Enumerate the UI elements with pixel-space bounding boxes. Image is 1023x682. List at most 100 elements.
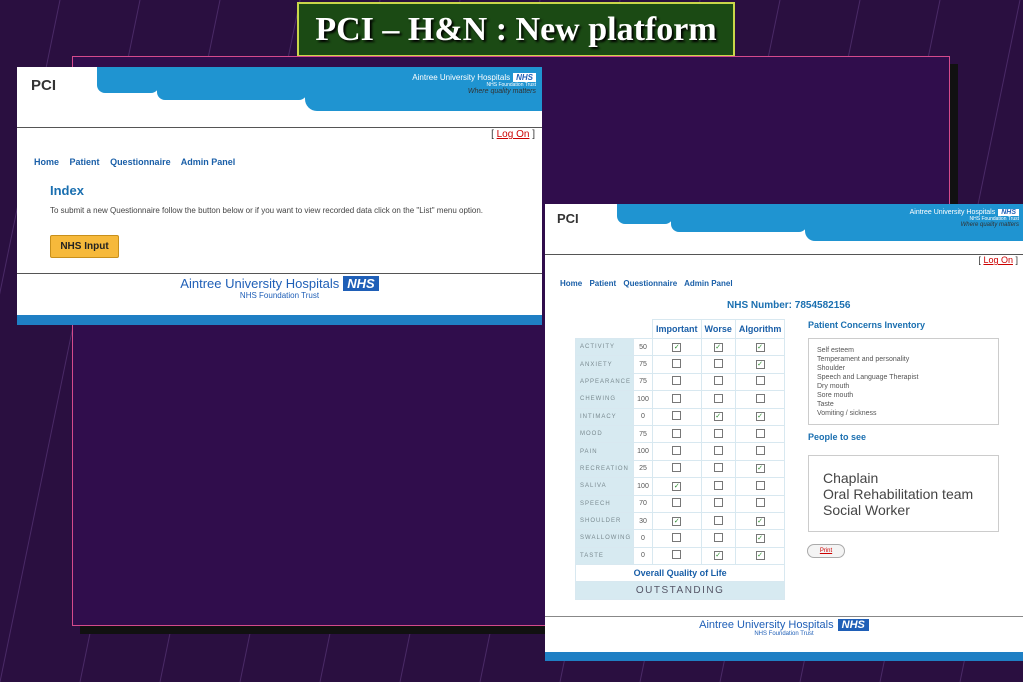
header-nhs-logo: Aintree University Hospitals NHS NHS Foun… <box>829 209 1019 228</box>
checkbox-algorithm[interactable]: ✓ <box>755 464 765 474</box>
row-label: RECREATION <box>575 459 634 479</box>
checkbox-worse[interactable] <box>713 428 723 438</box>
row-score: 100 <box>633 390 653 409</box>
table-row: CHEWING 100 <box>575 390 786 409</box>
checkbox-algorithm[interactable] <box>755 376 765 386</box>
table-row: TASTE 0 ✓ ✓ <box>575 546 786 566</box>
logon-bracket-open: [ <box>978 255 981 265</box>
cell-algorithm: ✓ <box>734 546 786 566</box>
checkbox-important[interactable] <box>672 393 682 403</box>
row-label: SPEECH <box>575 494 634 513</box>
checkbox-algorithm[interactable]: ✓ <box>755 516 765 526</box>
concern-item: Speech and Language Therapist <box>817 374 919 381</box>
cell-important: ✓ <box>652 337 702 357</box>
nav-questionnaire[interactable]: Questionnaire <box>110 157 171 167</box>
overall-quality-label: Overall Quality of Life <box>574 564 786 583</box>
checkbox-algorithm[interactable]: ✓ <box>755 360 765 370</box>
cell-important <box>652 407 702 426</box>
header-tab <box>617 204 673 224</box>
nav-admin-panel[interactable]: Admin Panel <box>684 279 732 288</box>
checkbox-important[interactable]: ✓ <box>672 342 682 352</box>
concern-item: Taste <box>817 401 834 408</box>
concern-item: Vomiting / sickness <box>817 410 877 417</box>
checkbox-worse[interactable] <box>713 532 723 542</box>
row-score: 0 <box>633 546 653 566</box>
overall-quality-value: OUTSTANDING <box>574 581 786 600</box>
pci-results-table: Important Worse Algorithm ACTIVITY 50 ✓ ✓ ✓ A… <box>574 319 786 600</box>
cell-important: ✓ <box>652 511 702 531</box>
print-button[interactable]: Print <box>807 544 845 558</box>
checkbox-algorithm[interactable]: ✓ <box>755 412 765 422</box>
checkbox-algorithm[interactable] <box>755 480 765 490</box>
row-label: SWALLOWING <box>575 529 634 548</box>
row-score: 75 <box>633 355 653 374</box>
checkbox-worse[interactable] <box>713 480 723 490</box>
table-row: ACTIVITY 50 ✓ ✓ ✓ <box>575 337 786 357</box>
checkbox-worse[interactable] <box>713 376 723 386</box>
checkbox-important[interactable] <box>672 532 682 542</box>
row-score: 70 <box>633 494 653 513</box>
checkbox-important[interactable] <box>672 359 682 369</box>
nhs-input-button[interactable]: NHS Input <box>50 235 119 258</box>
people-box: Chaplain Oral Rehabilitation team Social W… <box>808 455 999 532</box>
logon-bracket-open: [ <box>491 129 494 140</box>
checkbox-worse[interactable] <box>713 446 723 456</box>
footer-rule <box>17 273 542 274</box>
checkbox-important[interactable]: ✓ <box>672 516 682 526</box>
row-score: 100 <box>633 442 653 461</box>
cell-important <box>652 355 702 374</box>
checkbox-important[interactable] <box>672 446 682 456</box>
row-label: CHEWING <box>575 390 634 409</box>
nav-home[interactable]: Home <box>560 279 582 288</box>
checkbox-worse[interactable] <box>713 393 723 403</box>
cell-important <box>652 372 702 392</box>
checkbox-worse[interactable]: ✓ <box>713 551 723 561</box>
checkbox-worse[interactable] <box>713 498 723 508</box>
row-label: PAIN <box>575 442 634 461</box>
col-worse: Worse <box>700 319 736 339</box>
cell-important <box>652 390 702 409</box>
nav-questionnaire[interactable]: Questionnaire <box>623 279 677 288</box>
checkbox-worse[interactable] <box>713 359 723 369</box>
cell-algorithm: ✓ <box>734 511 786 531</box>
checkbox-important[interactable] <box>672 411 682 421</box>
header-org: Aintree University Hospitals <box>909 209 996 216</box>
instruction-text: To submit a new Questionnaire follow the… <box>50 206 484 215</box>
checkbox-important[interactable] <box>672 428 682 438</box>
footer-bar <box>545 652 1023 661</box>
checkbox-algorithm[interactable] <box>755 498 765 508</box>
table-row: INTIMACY 0 ✓ ✓ <box>575 407 786 426</box>
cell-algorithm: ✓ <box>734 407 786 426</box>
checkbox-algorithm[interactable] <box>755 428 765 438</box>
app-logo: PCI <box>31 77 57 94</box>
checkbox-important[interactable] <box>672 463 682 473</box>
cell-algorithm: ✓ <box>734 529 786 548</box>
checkbox-worse[interactable] <box>713 515 723 525</box>
checkbox-worse[interactable] <box>713 463 723 473</box>
checkbox-algorithm[interactable]: ✓ <box>755 551 765 561</box>
checkbox-algorithm[interactable]: ✓ <box>755 342 765 352</box>
checkbox-important[interactable] <box>672 376 682 386</box>
checkbox-worse[interactable]: ✓ <box>713 342 723 352</box>
nav-admin-panel[interactable]: Admin Panel <box>181 157 236 167</box>
checkbox-algorithm[interactable] <box>755 393 765 403</box>
logon-link[interactable]: Log On <box>497 129 530 140</box>
checkbox-important[interactable] <box>672 498 682 508</box>
checkbox-worse[interactable]: ✓ <box>713 412 723 422</box>
checkbox-algorithm[interactable] <box>755 446 765 456</box>
concerns-box: Self esteem Temperament and personality Sh… <box>808 338 999 425</box>
logon-link[interactable]: Log On <box>983 255 1013 265</box>
checkbox-algorithm[interactable]: ✓ <box>755 533 765 543</box>
header-tagline: Where quality matters <box>467 88 536 95</box>
nav-home[interactable]: Home <box>34 157 59 167</box>
checkbox-important[interactable]: ✓ <box>672 481 682 491</box>
main-nav: Home Patient Questionnaire Admin Panel <box>560 279 738 288</box>
person-item: Oral Rehabilitation team <box>823 486 974 502</box>
nav-patient[interactable]: Patient <box>589 279 616 288</box>
checkbox-important[interactable] <box>672 550 682 560</box>
row-score: 0 <box>633 529 653 548</box>
cell-worse: ✓ <box>700 546 736 566</box>
nav-patient[interactable]: Patient <box>70 157 100 167</box>
row-label: SHOULDER <box>575 511 634 531</box>
table-row: RECREATION 25 ✓ <box>575 459 786 479</box>
